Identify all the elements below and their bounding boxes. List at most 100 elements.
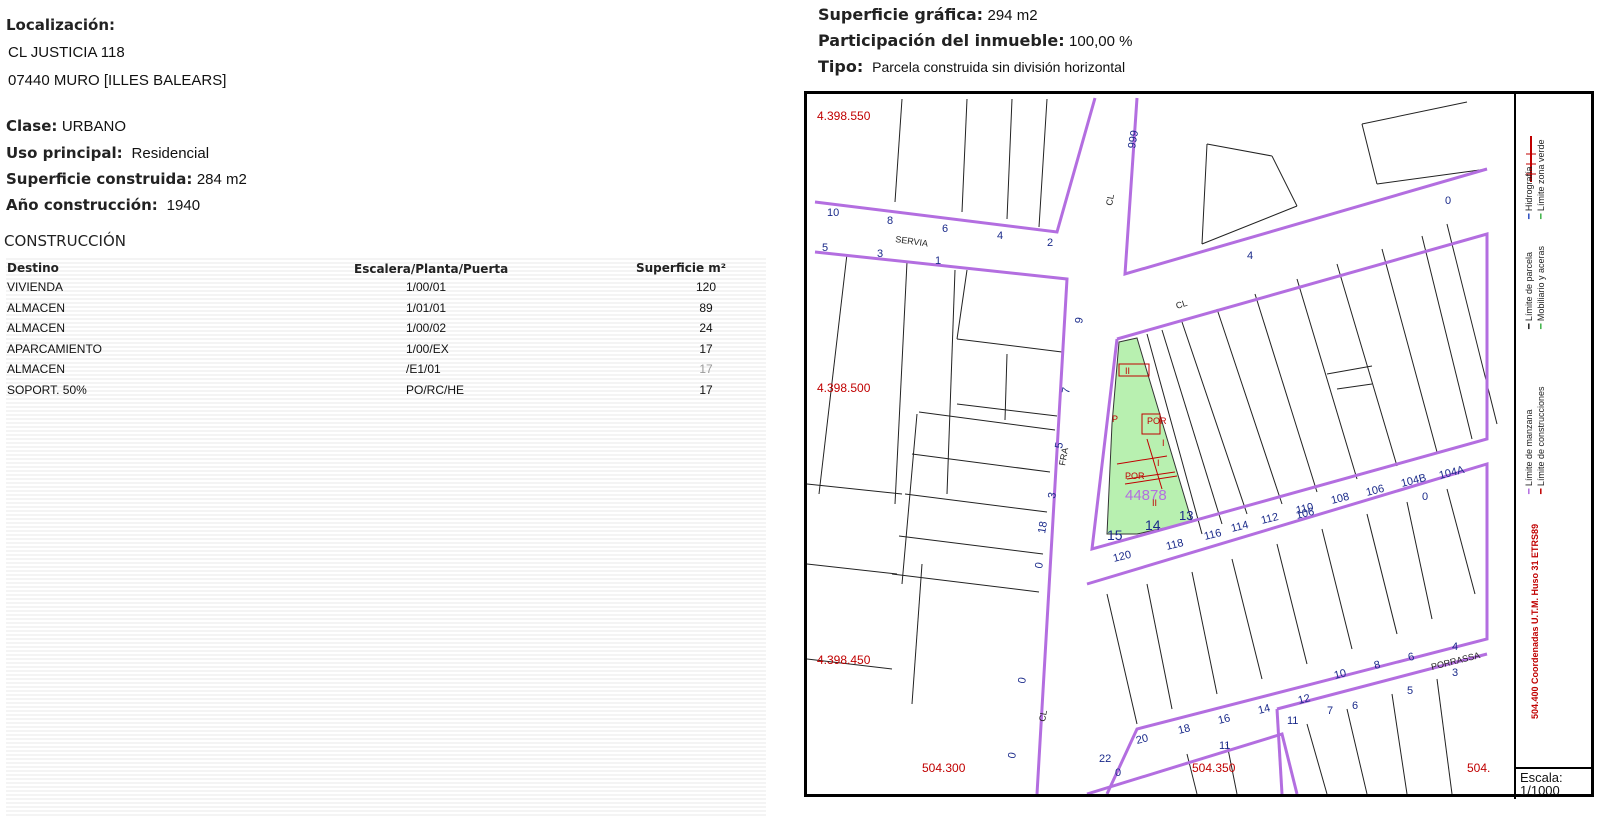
svg-text:0: 0 — [1016, 676, 1029, 684]
svg-text:6: 6 — [1352, 700, 1358, 712]
street-cl-2: CL — [1175, 298, 1189, 311]
svg-text:18: 18 — [1177, 722, 1192, 737]
scale-box: Escala: 1/1000 — [1514, 767, 1593, 799]
clase-row: Clase: URBANO — [6, 117, 126, 136]
coord-x1: 504.300 — [922, 761, 966, 775]
svg-text:0: 0 — [1006, 751, 1019, 759]
coord-x2: 504.350 — [1192, 761, 1236, 775]
coord-x3: 504. — [1467, 761, 1490, 775]
coord-y1: 4.398.550 — [817, 109, 871, 123]
sup-grafica-row: Superficie gráfica: 294 m2 — [818, 5, 1038, 25]
svg-text:999: 999 — [1126, 129, 1141, 149]
svg-text:0: 0 — [1115, 767, 1121, 779]
superficie-value: 284 m2 — [196, 171, 247, 188]
svg-text:8: 8 — [1373, 659, 1382, 672]
svg-text:12: 12 — [1297, 692, 1312, 707]
tipo-row: Tipo: Parcela construida sin división ho… — [818, 57, 1125, 77]
address-line1: CL JUSTICIA 118 — [8, 44, 125, 61]
construccion-table: Destino Escalera/Planta/Puerta Superfici… — [6, 256, 766, 816]
participacion-row: Participación del inmueble: 100,00 % — [818, 31, 1132, 51]
svg-text:5: 5 — [1053, 441, 1066, 449]
uso-row: Uso principal: Residencial — [6, 144, 209, 163]
anio-row: Año construcción: 1940 — [6, 196, 200, 215]
participacion-label: Participación del inmueble: — [818, 31, 1065, 50]
svg-text:I: I — [1162, 438, 1165, 448]
svg-text:0: 0 — [1445, 195, 1451, 207]
street-labels: SERVIA CL CL CL FRA PORRASSA — [895, 193, 1481, 722]
header-escalera: Escalera/Planta/Puerta — [354, 262, 509, 276]
svg-text:120: 120 — [1112, 549, 1133, 565]
header-superficie: Superficie m² — [636, 261, 727, 275]
participacion-value: 100,00 % — [1069, 33, 1133, 50]
row-4-superficie: 17 — [699, 362, 713, 376]
uso-value: Residencial — [131, 145, 210, 162]
svg-text:104A: 104A — [1438, 464, 1466, 482]
svg-text:6: 6 — [1407, 651, 1416, 664]
legend-manzana: ━ Límite de manzana — [1524, 409, 1534, 494]
svg-text:5: 5 — [822, 242, 828, 254]
svg-text:0: 0 — [1033, 561, 1046, 569]
address-line2: 07440 MURO [ILLES BALEARS] — [8, 72, 227, 89]
svg-text:18: 18 — [1036, 520, 1050, 534]
svg-text:II: II — [1125, 366, 1130, 376]
svg-text:4: 4 — [1247, 250, 1253, 262]
row-5-escalera: PO/RC/HE — [406, 383, 465, 397]
sup-grafica-value: 294 m2 — [987, 7, 1038, 24]
row-5-superficie: 17 — [699, 383, 713, 397]
clase-label: Clase: — [6, 117, 58, 135]
parcel-ref: 44878 — [1125, 487, 1167, 504]
legend-parcela: ━ Límite de parcela — [1524, 252, 1534, 329]
legend-hidrografia: ━ Hidrografía — [1524, 166, 1534, 219]
svg-text:112: 112 — [1260, 511, 1280, 527]
row-4-escalera: /E1/01 — [406, 362, 441, 376]
tipo-value: Parcela construida sin división horizont… — [872, 59, 1126, 75]
svg-text:5: 5 — [1407, 685, 1413, 697]
coord-y3: 4.398.450 — [817, 653, 871, 667]
svg-text:22: 22 — [1099, 753, 1111, 765]
clase-value: URBANO — [61, 118, 127, 135]
construccion-title: CONSTRUCCIÓN — [4, 232, 126, 250]
svg-text:POR: POR — [1147, 416, 1167, 426]
svg-text:3: 3 — [1452, 667, 1458, 679]
svg-text:118: 118 — [1165, 537, 1185, 553]
row-5-destino: SOPORT. 50% — [7, 383, 87, 397]
svg-text:7: 7 — [1060, 386, 1073, 394]
superficie-row: Superficie construida: 284 m2 — [6, 170, 247, 189]
anio-label: Año construcción: — [6, 196, 158, 214]
svg-text:114: 114 — [1230, 519, 1250, 535]
row-1-escalera: 1/01/01 — [406, 301, 447, 315]
row-0-superficie: 120 — [695, 280, 717, 294]
row-3-escalera: 1/00/EX — [406, 342, 449, 356]
svg-text:1: 1 — [935, 255, 941, 267]
localizacion-label: Localización: — [6, 16, 116, 34]
legend-mobiliario: ━ Mobiliario y aceras — [1536, 246, 1546, 329]
row-1-superficie: 89 — [699, 301, 713, 315]
svg-text:11: 11 — [1219, 740, 1230, 752]
row-3-destino: APARCAMIENTO — [7, 342, 102, 356]
scale-value: 1/1000 — [1520, 783, 1560, 798]
svg-text:POR: POR — [1125, 471, 1145, 481]
svg-text:10: 10 — [1333, 667, 1348, 682]
svg-text:II: II — [1152, 498, 1157, 508]
row-2-destino: ALMACEN — [7, 321, 66, 335]
row-0-destino: VIVIENDA — [7, 280, 64, 294]
svg-text:13: 13 — [1179, 508, 1193, 523]
map-drawing: 4.398.550 4.398.500 4.398.450 504.300 50… — [807, 97, 1498, 794]
tipo-label: Tipo: — [818, 57, 864, 76]
svg-text:3: 3 — [877, 248, 883, 260]
svg-text:7: 7 — [1327, 705, 1333, 717]
superficie-label: Superficie construida: — [6, 170, 193, 188]
svg-text:20: 20 — [1135, 732, 1150, 747]
cadastral-map[interactable]: 4.398.550 4.398.500 4.398.450 504.300 50… — [804, 91, 1594, 799]
uso-label: Uso principal: — [6, 144, 123, 162]
svg-text:14: 14 — [1145, 517, 1161, 533]
legend-zona-verde: ━ Límite zona verde — [1536, 139, 1546, 219]
svg-text:10: 10 — [827, 207, 839, 219]
svg-text:3: 3 — [1046, 491, 1059, 499]
svg-text:16: 16 — [1217, 712, 1232, 727]
row-3-superficie: 17 — [699, 342, 713, 356]
sup-grafica-label: Superficie gráfica: — [818, 5, 984, 24]
svg-text:4: 4 — [1452, 641, 1458, 653]
legend-construcciones: ━ Límite de construcciones — [1536, 386, 1546, 495]
svg-text:9: 9 — [1073, 316, 1086, 324]
